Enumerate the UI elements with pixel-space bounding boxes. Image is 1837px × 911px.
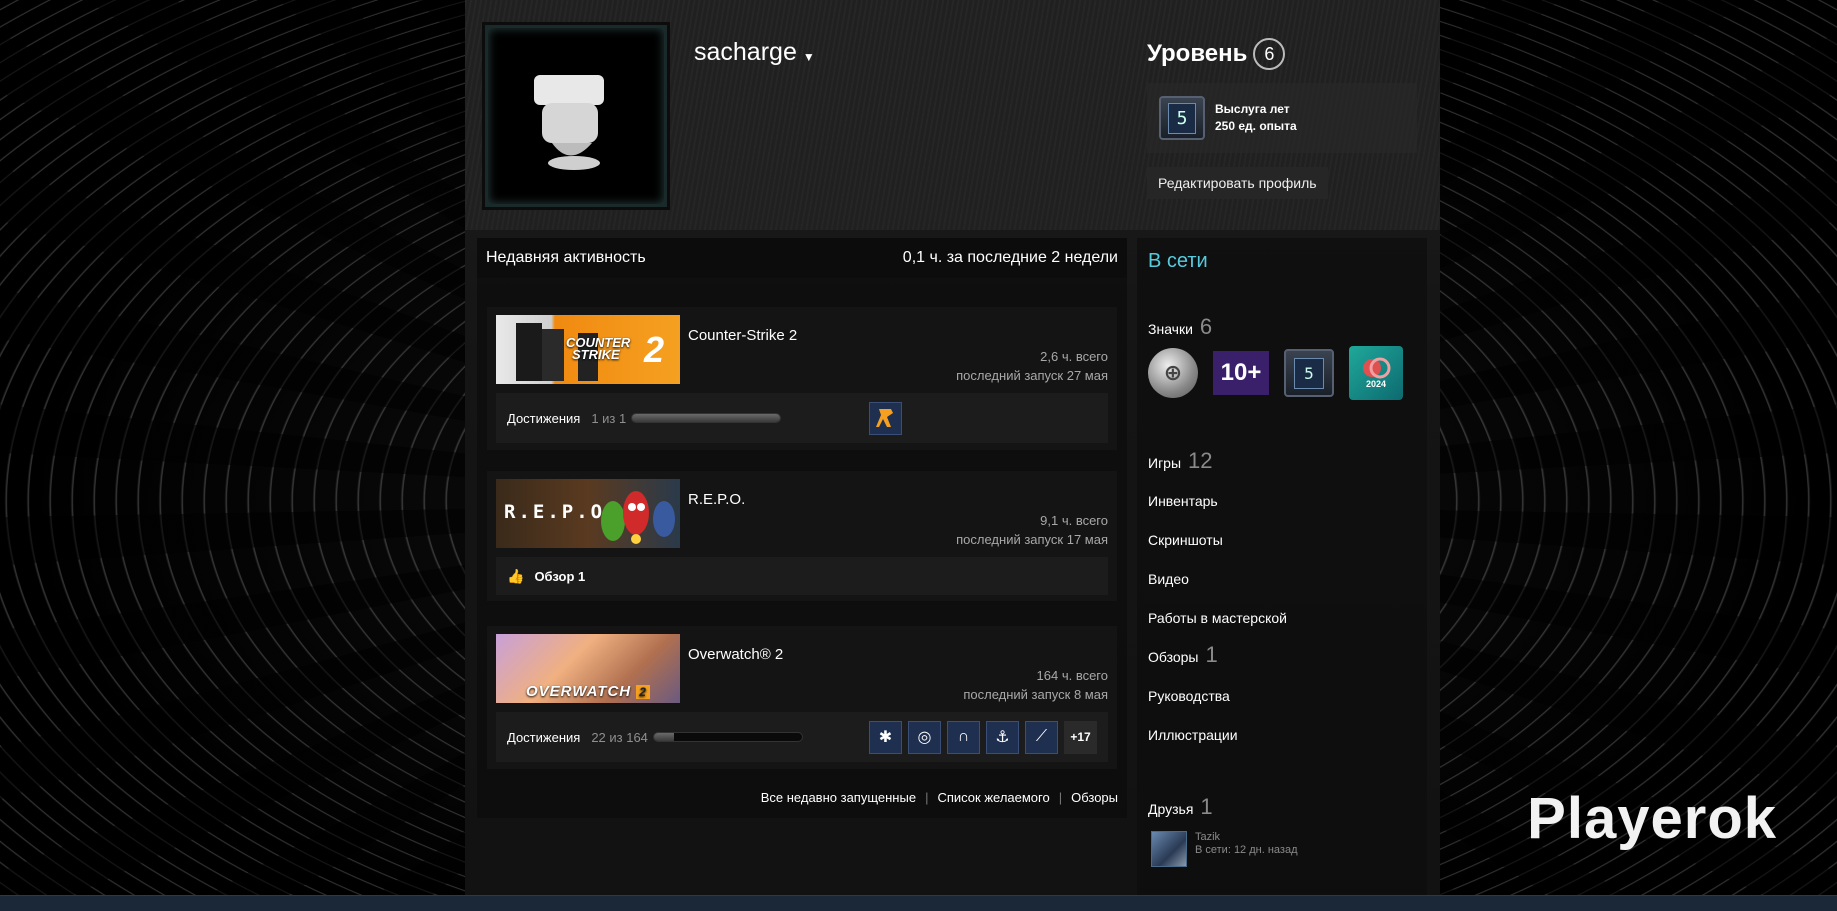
cs2-logo-number: 2	[644, 329, 665, 370]
recent-activity-header: Недавняя активность 0,1 ч. за последние …	[477, 238, 1127, 278]
game-name-repo[interactable]: R.E.P.O.	[688, 491, 745, 508]
game-stats-repo: 9,1 ч. всего последний запуск 17 мая	[956, 511, 1108, 549]
sidebar-item-badges[interactable]: Значки 6	[1148, 314, 1212, 340]
favorite-badge-title: Выслуга лет	[1215, 102, 1290, 116]
achievement-icons: ✱ ◎ ∩ ⚓ ⟋ +17	[869, 720, 1097, 754]
game-total-overwatch: 164 ч. всего	[1036, 668, 1108, 683]
achievement-star-icon[interactable]: ✱	[869, 720, 902, 754]
review-label: Обзор 1	[534, 568, 586, 584]
game-name-cs2[interactable]: Counter-Strike 2	[688, 327, 797, 344]
recent-activity: Недавняя активность 0,1 ч. за последние …	[477, 238, 1127, 818]
friend-avatar[interactable]	[1151, 831, 1187, 867]
sidebar-item-artwork[interactable]: Иллюстрации	[1148, 727, 1238, 743]
all-recent-link[interactable]: Все недавно запущенные	[761, 790, 916, 805]
online-status: В сети	[1148, 250, 1208, 272]
friend-entry[interactable]: Tazik В сети: 12 дн. назад	[1151, 831, 1298, 867]
profile-sidebar: В сети Значки 6 ⊕ 10+ 5 2024 Игры 12 Инв…	[1137, 238, 1427, 895]
persona-name-text: sacharge	[694, 38, 797, 66]
persona-name[interactable]: sacharge ▼	[694, 38, 815, 67]
reviews-link[interactable]: Обзоры	[1071, 790, 1118, 805]
sidebar-item-screenshots[interactable]: Скриншоты	[1148, 532, 1223, 548]
game-name-overwatch[interactable]: Overwatch® 2	[688, 646, 783, 663]
game-last-played-repo: последний запуск 17 мая	[956, 532, 1108, 547]
game-stats-overwatch: 164 ч. всего последний запуск 8 мая	[963, 666, 1108, 704]
achievements-count: 22 из 164	[591, 729, 648, 745]
achievements-progress	[631, 413, 782, 423]
repo-robots-icon	[601, 491, 675, 544]
ten-plus-badge-icon[interactable]: 10+	[1213, 351, 1269, 395]
friend-status: В сети: 12 дн. назад	[1195, 844, 1298, 856]
achievements-label: Достижения	[507, 729, 581, 745]
more-achievements-button[interactable]: +17	[1064, 720, 1097, 754]
achievements-count: 1 из 1	[591, 410, 627, 426]
achievement-ring-icon[interactable]: ◎	[908, 720, 941, 754]
achievement-hook-icon[interactable]: ∩	[947, 720, 980, 754]
level-label: Уровень	[1147, 40, 1248, 67]
review-bar-repo[interactable]: 👍 Обзор 1	[496, 557, 1108, 595]
recent-game-overwatch: OVERWATCH 2 Overwatch® 2 164 ч. всего по…	[487, 626, 1117, 769]
badge-showcase: ⊕ 10+ 5 2024	[1148, 346, 1403, 400]
sidebar-item-friends[interactable]: Друзья 1	[1148, 794, 1213, 820]
overwatch-logo-number: 2	[636, 685, 650, 699]
sidebar-item-reviews[interactable]: Обзоры 1	[1148, 642, 1218, 668]
coin-badge-icon[interactable]: ⊕	[1148, 348, 1198, 398]
game-capsule-overwatch[interactable]: OVERWATCH 2	[496, 634, 680, 703]
cs2-logo-text-2: STRIKE	[572, 347, 620, 362]
overwatch-logo-text: OVERWATCH	[526, 683, 632, 700]
sidebar-item-workshop[interactable]: Работы в мастерской	[1148, 610, 1287, 626]
friend-name[interactable]: Tazik	[1195, 831, 1298, 844]
profile-level: Уровень 6	[1147, 38, 1286, 70]
edit-profile-button[interactable]: Редактировать профиль	[1147, 167, 1328, 199]
game-capsule-cs2[interactable]: COUNTER STRIKE 2	[496, 315, 680, 384]
years-of-service-icon: 5	[1159, 96, 1205, 140]
activity-links: Все недавно запущенные | Список желаемог…	[760, 790, 1118, 805]
game-last-played-overwatch: последний запуск 8 мая	[963, 687, 1108, 702]
game-last-played-cs2: последний запуск 27 мая	[956, 368, 1108, 383]
achievement-anchor-icon[interactable]: ⚓	[986, 720, 1019, 754]
recent-activity-summary: 0,1 ч. за последние 2 недели	[902, 249, 1118, 266]
sidebar-item-videos[interactable]: Видео	[1148, 571, 1189, 587]
recent-game-cs2: COUNTER STRIKE 2 Counter-Strike 2 2,6 ч.…	[487, 307, 1117, 450]
achievements-bar-cs2[interactable]: Достижения 1 из 1	[496, 393, 1108, 443]
achievement-blade-icon[interactable]: ⟋	[1025, 720, 1058, 754]
toilet-avatar-icon	[534, 75, 604, 170]
favorite-badge[interactable]: 5 Выслуга лет 250 ед. опыта	[1147, 83, 1417, 153]
wishlist-link[interactable]: Список желаемого	[937, 790, 1049, 805]
thumbs-up-icon: 👍	[507, 567, 525, 584]
game-total-cs2: 2,6 ч. всего	[1040, 349, 1108, 364]
avatar[interactable]	[485, 25, 667, 207]
game-stats-cs2: 2,6 ч. всего последний запуск 27 мая	[956, 347, 1108, 385]
sidebar-item-guides[interactable]: Руководства	[1148, 688, 1230, 704]
bottom-bar	[0, 895, 1837, 911]
steam-replay-badge-icon[interactable]: 2024	[1349, 346, 1403, 400]
profile-page: sacharge ▼ Уровень 6 5 Выслуга лет 250 е…	[465, 0, 1440, 895]
recent-activity-title: Недавняя активность	[486, 249, 646, 266]
achievements-label: Достижения	[507, 410, 581, 426]
level-badge[interactable]: 6	[1253, 38, 1286, 70]
recent-game-repo: R.E.P.O. R.E.P.O. 9,1 ч. всего последний…	[487, 471, 1117, 601]
years-badge-icon[interactable]: 5	[1284, 349, 1334, 397]
favorite-badge-xp: 250 ед. опыта	[1215, 119, 1297, 133]
achievements-bar-overwatch[interactable]: Достижения 22 из 164 ✱ ◎ ∩ ⚓ ⟋ +17	[496, 712, 1108, 762]
sidebar-item-inventory[interactable]: Инвентарь	[1148, 493, 1218, 509]
game-total-repo: 9,1 ч. всего	[1040, 513, 1108, 528]
achievement-cs2-icon[interactable]	[869, 401, 903, 435]
game-capsule-repo[interactable]: R.E.P.O.	[496, 479, 680, 548]
sidebar-item-games[interactable]: Игры 12	[1148, 448, 1213, 474]
playerok-watermark: Playerok	[1527, 786, 1777, 851]
chevron-down-icon[interactable]: ▼	[803, 50, 815, 64]
achievements-progress	[652, 732, 803, 742]
